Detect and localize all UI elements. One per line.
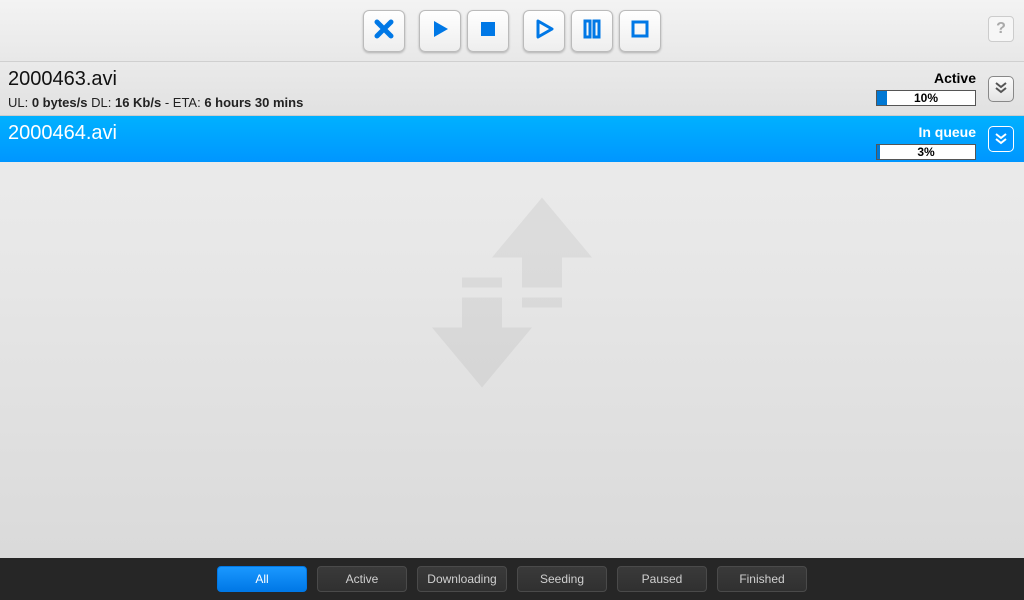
- close-icon: [373, 18, 395, 43]
- filter-paused[interactable]: Paused: [617, 566, 707, 592]
- close-button[interactable]: [363, 10, 405, 52]
- chevron-double-down-icon: [994, 80, 1008, 97]
- pause-all-button[interactable]: [571, 10, 613, 52]
- ul-label: UL:: [8, 95, 32, 110]
- eta-value: 6 hours 30 mins: [204, 95, 303, 110]
- background-transfer-icon: [402, 188, 622, 413]
- torrent-row-selected[interactable]: 2000464.avi In queue 3%: [0, 116, 1024, 162]
- play-icon: [429, 18, 451, 43]
- help-button[interactable]: ?: [988, 16, 1014, 42]
- eta-label: - ETA:: [161, 95, 204, 110]
- torrent-stats: UL: 0 bytes/s DL: 16 Kb/s - ETA: 6 hours…: [8, 95, 816, 110]
- torrent-row[interactable]: 2000463.avi UL: 0 bytes/s DL: 16 Kb/s - …: [0, 62, 1024, 116]
- expand-button[interactable]: [988, 126, 1014, 152]
- status-text: Active: [934, 70, 976, 86]
- dl-value: 16 Kb/s: [115, 95, 161, 110]
- stop-icon: [477, 18, 499, 43]
- dl-label: DL:: [88, 95, 115, 110]
- filter-active[interactable]: Active: [317, 566, 407, 592]
- start-button[interactable]: [419, 10, 461, 52]
- torrent-row-info: 2000463.avi UL: 0 bytes/s DL: 16 Kb/s - …: [8, 68, 816, 110]
- play-outline-icon: [533, 18, 555, 43]
- pause-outline-icon: [581, 18, 603, 43]
- ul-value: 0 bytes/s: [32, 95, 88, 110]
- filter-seeding[interactable]: Seeding: [517, 566, 607, 592]
- torrent-row-status: In queue 3%: [816, 122, 976, 160]
- chevron-double-down-icon: [994, 131, 1008, 148]
- start-all-button[interactable]: [523, 10, 565, 52]
- torrent-filename: 2000464.avi: [8, 122, 816, 145]
- toolbar: ?: [0, 0, 1024, 62]
- filter-all[interactable]: All: [217, 566, 307, 592]
- stop-outline-icon: [629, 18, 651, 43]
- expand-button[interactable]: [988, 76, 1014, 102]
- toolbar-group-primary: [363, 10, 405, 52]
- filter-finished[interactable]: Finished: [717, 566, 807, 592]
- torrent-row-status: Active 10%: [816, 68, 976, 106]
- filter-downloading[interactable]: Downloading: [417, 566, 507, 592]
- filter-bar: All Active Downloading Seeding Paused Fi…: [0, 558, 1024, 600]
- progress-bar: 3%: [876, 144, 976, 160]
- toolbar-group-all: [523, 10, 661, 52]
- progress-pct: 10%: [877, 91, 975, 105]
- progress-pct: 3%: [877, 145, 975, 159]
- toolbar-group-item: [419, 10, 509, 52]
- help-icon: ?: [996, 20, 1006, 38]
- progress-bar: 10%: [876, 90, 976, 106]
- torrent-filename: 2000463.avi: [8, 68, 816, 91]
- status-text: In queue: [918, 124, 976, 140]
- torrent-row-info: 2000464.avi: [8, 122, 816, 145]
- stop-all-button[interactable]: [619, 10, 661, 52]
- stop-button[interactable]: [467, 10, 509, 52]
